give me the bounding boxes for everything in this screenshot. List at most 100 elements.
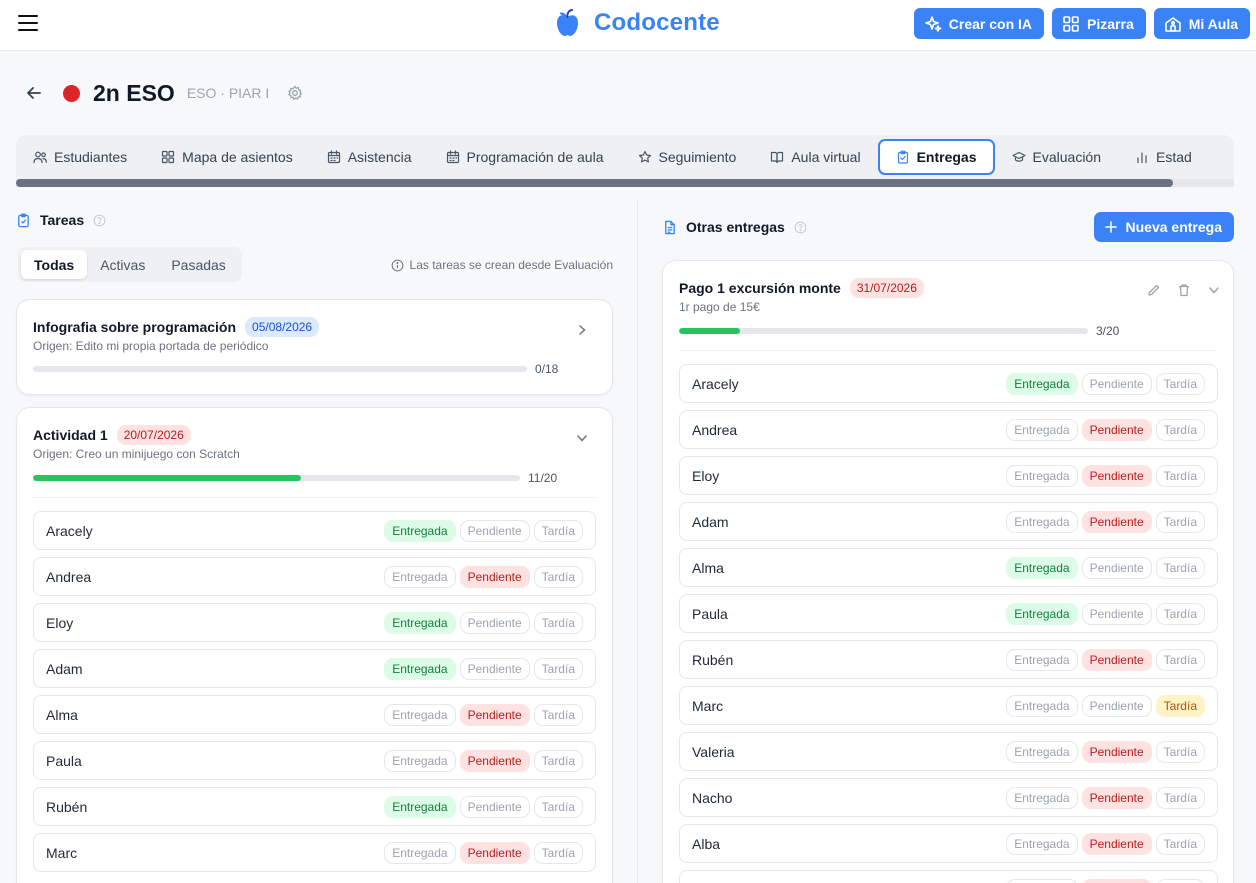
status-pendiente-pill[interactable]: Pendiente <box>1081 464 1152 487</box>
status-pendiente-pill[interactable]: Pendiente <box>1081 372 1152 395</box>
my-classroom-button[interactable]: Mi Aula <box>1153 8 1250 39</box>
menu-icon[interactable] <box>18 15 38 31</box>
tab-entregas[interactable]: Entregas <box>877 139 995 175</box>
gear-icon[interactable] <box>287 85 303 101</box>
back-arrow-icon[interactable] <box>24 83 44 103</box>
status-entregada-pill[interactable]: Entregada <box>1006 510 1078 533</box>
new-delivery-button[interactable]: Nueva entrega <box>1093 212 1234 242</box>
task-card[interactable]: Actividad 1 20/07/2026 Origen: Creo un m… <box>16 407 613 883</box>
status-selector: EntregadaPendienteTardía <box>1006 464 1205 487</box>
status-entregada-pill[interactable]: Entregada <box>384 657 456 680</box>
student-name: Eloy <box>692 467 720 484</box>
status-tardia-pill[interactable]: Tardía <box>1155 464 1205 487</box>
status-tardia-pill[interactable]: Tardía <box>1155 602 1205 625</box>
chevron-down-icon[interactable] <box>575 431 589 445</box>
tab-evaluaci-n[interactable]: Evaluación <box>995 139 1119 175</box>
status-entregada-pill[interactable]: Entregada <box>384 703 456 726</box>
student-row: Andrea Entregada Pendiente Tardía <box>33 557 596 596</box>
status-selector: EntregadaPendienteTardía <box>1006 740 1205 763</box>
status-pendiente-pill[interactable]: Pendiente <box>1081 694 1152 717</box>
status-tardia-pill[interactable]: Tardía <box>533 657 583 680</box>
delivery-card[interactable]: Pago 1 excursión monte 31/07/2026 1r pag… <box>662 260 1234 883</box>
filter-activas[interactable]: Activas <box>87 250 158 279</box>
tab-seguimiento[interactable]: Seguimiento <box>621 139 754 175</box>
tab-scrollbar-thumb[interactable] <box>16 179 1173 187</box>
status-pendiente-pill[interactable]: Pendiente <box>459 749 530 772</box>
chevron-down-icon[interactable] <box>1207 283 1221 297</box>
status-tardia-pill[interactable]: Tardía <box>1155 786 1205 809</box>
status-tardia-pill[interactable]: Tardía <box>533 703 583 726</box>
status-pendiente-pill[interactable]: Pendiente <box>459 565 530 588</box>
help-icon[interactable] <box>93 214 106 227</box>
status-tardia-pill[interactable]: Tardía <box>533 565 583 588</box>
status-entregada-pill[interactable]: Entregada <box>1006 556 1078 579</box>
student-name: Aracely <box>692 375 739 392</box>
status-pendiente-pill[interactable]: Pendiente <box>459 519 530 542</box>
trash-icon[interactable] <box>1177 283 1191 297</box>
status-tardia-pill[interactable]: Tardía <box>533 841 583 864</box>
status-tardia-pill[interactable]: Tardía <box>533 795 583 818</box>
create-with-ai-button[interactable]: Crear con IA <box>913 8 1045 39</box>
status-entregada-pill[interactable]: Entregada <box>1006 372 1078 395</box>
tab-estudiantes[interactable]: Estudiantes <box>16 139 144 175</box>
student-row: Alma Entregada Pendiente Tardía <box>33 695 596 734</box>
tab-mapa-de-asientos[interactable]: Mapa de asientos <box>144 139 310 175</box>
status-pendiente-pill[interactable]: Pendiente <box>1081 510 1152 533</box>
status-entregada-pill[interactable]: Entregada <box>384 519 456 542</box>
pencil-icon[interactable] <box>1147 283 1161 297</box>
status-entregada-pill[interactable]: Entregada <box>1006 694 1078 717</box>
status-pendiente-pill[interactable]: Pendiente <box>1081 786 1152 809</box>
status-pendiente-pill[interactable]: Pendiente <box>1081 418 1152 441</box>
status-tardia-pill[interactable]: Tardía <box>1155 418 1205 441</box>
status-tardia-pill[interactable]: Tardía <box>1155 510 1205 533</box>
student-name: Aracely <box>46 522 93 539</box>
status-pendiente-pill[interactable]: Pendiente <box>459 795 530 818</box>
status-entregada-pill[interactable]: Entregada <box>384 795 456 818</box>
status-pendiente-pill[interactable]: Pendiente <box>1081 832 1152 855</box>
status-pendiente-pill[interactable]: Pendiente <box>459 611 530 634</box>
status-tardia-pill[interactable]: Tardía <box>1155 372 1205 395</box>
filter-pasadas[interactable]: Pasadas <box>158 250 238 279</box>
status-entregada-pill[interactable]: Entregada <box>1006 740 1078 763</box>
status-entregada-pill[interactable]: Entregada <box>1006 786 1078 809</box>
chevron-right-icon[interactable] <box>575 323 589 337</box>
tab-aula-virtual[interactable]: Aula virtual <box>753 139 877 175</box>
status-pendiente-pill[interactable]: Pendiente <box>1081 556 1152 579</box>
status-tardia-pill[interactable]: Tardía <box>1155 832 1205 855</box>
whiteboard-button[interactable]: Pizarra <box>1052 8 1146 39</box>
status-pendiente-pill[interactable]: Pendiente <box>1081 740 1152 763</box>
filter-todas[interactable]: Todas <box>21 250 88 279</box>
status-tardia-pill[interactable]: Tardía <box>533 611 583 634</box>
status-entregada-pill[interactable]: Entregada <box>384 841 456 864</box>
help-icon[interactable] <box>794 221 807 234</box>
status-pendiente-pill[interactable]: Pendiente <box>1081 602 1152 625</box>
tab-estad[interactable]: Estad <box>1118 139 1209 175</box>
status-tardia-pill[interactable]: Tardía <box>1155 648 1205 671</box>
status-pendiente-pill[interactable]: Pendiente <box>1081 878 1152 883</box>
status-tardia-pill[interactable]: Tardía <box>1155 694 1205 717</box>
status-pendiente-pill[interactable]: Pendiente <box>1081 648 1152 671</box>
status-tardia-pill[interactable]: Tardía <box>1155 556 1205 579</box>
status-entregada-pill[interactable]: Entregada <box>384 749 456 772</box>
status-entregada-pill[interactable]: Entregada <box>1006 464 1078 487</box>
status-tardia-pill[interactable]: Tardía <box>533 519 583 542</box>
status-tardia-pill[interactable]: Tardía <box>1155 878 1205 883</box>
tab-programaci-n-de-aula[interactable]: Programación de aula <box>429 139 621 175</box>
status-entregada-pill[interactable]: Entregada <box>1006 648 1078 671</box>
status-tardia-pill[interactable]: Tardía <box>1155 740 1205 763</box>
status-entregada-pill[interactable]: Entregada <box>384 611 456 634</box>
status-entregada-pill[interactable]: Entregada <box>1006 832 1078 855</box>
tab-scrollbar[interactable] <box>16 179 1234 187</box>
task-origin: Origen: Edito mi propia portada de perió… <box>33 339 269 353</box>
brand[interactable]: Codocente <box>555 9 720 37</box>
status-entregada-pill[interactable]: Entregada <box>384 565 456 588</box>
status-entregada-pill[interactable]: Entregada <box>1006 878 1078 883</box>
status-tardia-pill[interactable]: Tardía <box>533 749 583 772</box>
status-pendiente-pill[interactable]: Pendiente <box>459 703 530 726</box>
status-entregada-pill[interactable]: Entregada <box>1006 602 1078 625</box>
status-pendiente-pill[interactable]: Pendiente <box>459 657 530 680</box>
status-pendiente-pill[interactable]: Pendiente <box>459 841 530 864</box>
status-entregada-pill[interactable]: Entregada <box>1006 418 1078 441</box>
task-card[interactable]: Infografia sobre programación 05/08/2026… <box>16 299 613 395</box>
tab-asistencia[interactable]: Asistencia <box>310 139 429 175</box>
